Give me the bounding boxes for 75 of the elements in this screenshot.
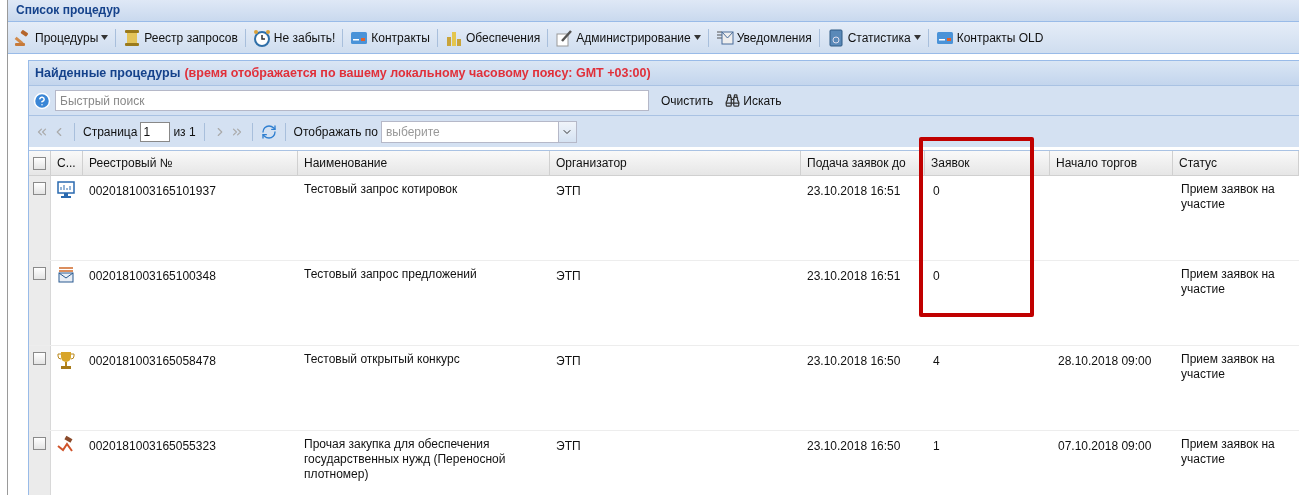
table-cell: 1	[933, 439, 940, 453]
column-header[interactable]: Статус	[1173, 154, 1223, 172]
toolbar-button[interactable]: Не забыть!	[250, 25, 338, 50]
table-cell: 23.10.2018 16:50	[807, 439, 901, 453]
row-checkbox[interactable]	[33, 352, 46, 365]
column-header[interactable]: Наименование	[298, 154, 394, 172]
row-checkbox[interactable]	[33, 437, 46, 450]
table-cell: ЭТП	[556, 184, 581, 198]
table-row[interactable]: 0020181003165058478 Тестовый открытый конкурс ЭТП 23.10.2018 16:50 4 28.10.2018 09:00 Прием заявок на участие	[29, 346, 1299, 431]
tray-icon	[56, 265, 76, 285]
search-button[interactable]: Искать	[725, 89, 782, 112]
table-cell: 0020181003165055323	[89, 439, 216, 453]
refresh-icon[interactable]	[260, 123, 277, 140]
panel-title: Найденные процедуры	[35, 64, 181, 82]
trophy-icon	[56, 350, 76, 370]
column-header[interactable]: Заявок	[925, 154, 976, 172]
table-cell: 23.10.2018 16:51	[807, 269, 901, 283]
toolbar-button[interactable]: Администрирование	[553, 25, 703, 50]
column-header[interactable]: Начало торгов	[1050, 154, 1144, 172]
dropdown-caret-icon	[101, 35, 109, 40]
table-cell: 23.10.2018 16:51	[807, 184, 901, 198]
table-cell: 0	[933, 269, 940, 283]
page-count: из 1	[173, 123, 196, 141]
scroll-icon	[123, 28, 142, 47]
column-header[interactable]: Организатор	[550, 154, 633, 172]
monitor-icon	[56, 180, 76, 200]
dropdown-caret-icon	[693, 35, 701, 40]
column-header[interactable]: Подача заявок до	[801, 154, 912, 172]
table-cell: 23.10.2018 16:50	[807, 354, 901, 368]
toolbar-button[interactable]: Контракты OLD	[933, 25, 1046, 50]
table-cell-text: Тестовый открытый конкурс	[304, 352, 461, 367]
timezone-note: (время отображается по вашему локальному часовому поясу: GMT +03:00)	[184, 64, 651, 82]
table-cell-text: Прочая закупка для обеспечения государственных нужд (Переносной плотномер)	[304, 437, 507, 482]
dropdown-caret-icon	[913, 35, 921, 40]
table-cell: 0020181003165100348	[89, 269, 216, 283]
table-cell: ЭТП	[556, 354, 581, 368]
table-cell-text: Прием заявок на участие	[1181, 182, 1276, 212]
table-cell: 0020181003165101937	[89, 184, 216, 198]
table-cell: 4	[933, 354, 940, 368]
row-checkbox[interactable]	[33, 182, 46, 195]
book-icon	[826, 28, 845, 47]
document-pen-icon	[555, 28, 574, 47]
toolbar-button[interactable]: Процедуры	[12, 25, 111, 50]
table-cell: 28.10.2018 09:00	[1058, 354, 1152, 368]
column-header[interactable]: С...	[51, 154, 82, 172]
window-title: Список процедур	[16, 3, 121, 18]
alarm-clock-icon	[252, 28, 271, 47]
table-row[interactable]: 0020181003165100348 Тестовый запрос предложений ЭТП 23.10.2018 16:51 0 Прием заявок на участие	[29, 261, 1299, 346]
toolbar-button[interactable]: Уведомления	[713, 25, 814, 50]
table-cell-text: Тестовый запрос котировок	[304, 182, 459, 197]
table-cell: 07.10.2018 09:00	[1058, 439, 1152, 453]
table-cell-text: Тестовый запрос предложений	[304, 267, 478, 282]
quick-search-field[interactable]: Быстрый поиск	[55, 90, 649, 111]
toolbar-button[interactable]: Обеспечения	[442, 25, 543, 50]
table-cell: ЭТП	[556, 439, 581, 453]
page-label: Страница	[83, 123, 138, 141]
help-icon[interactable]	[33, 91, 51, 110]
toolbar-button[interactable]: Статистика	[824, 25, 923, 50]
table-cell-text: Прием заявок на участие	[1181, 267, 1276, 297]
table-cell-text: Прием заявок на участие	[1181, 352, 1276, 382]
toolbar-button[interactable]: Реестр запросов	[121, 25, 240, 50]
table-cell: 0020181003165058478	[89, 354, 216, 368]
message-icon	[715, 28, 734, 47]
clear-button[interactable]: Очистить	[659, 89, 716, 112]
select-all-checkbox[interactable]	[33, 156, 46, 170]
row-checkbox[interactable]	[33, 267, 46, 280]
column-header[interactable]: Реестровый №	[83, 154, 179, 172]
table-cell: 0	[933, 184, 940, 198]
table-row[interactable]: 0020181003165101937 Тестовый запрос котировок ЭТП 23.10.2018 16:51 0 Прием заявок на участие	[29, 176, 1299, 261]
binoculars-icon	[725, 93, 741, 108]
per-page-label: Отображать по	[293, 123, 378, 141]
page-number-field[interactable]: 1	[140, 121, 171, 142]
toolbar-button[interactable]: Контракты	[348, 25, 432, 50]
table-cell: ЭТП	[556, 269, 581, 283]
table-cell-text: Прием заявок на участие	[1181, 437, 1276, 467]
